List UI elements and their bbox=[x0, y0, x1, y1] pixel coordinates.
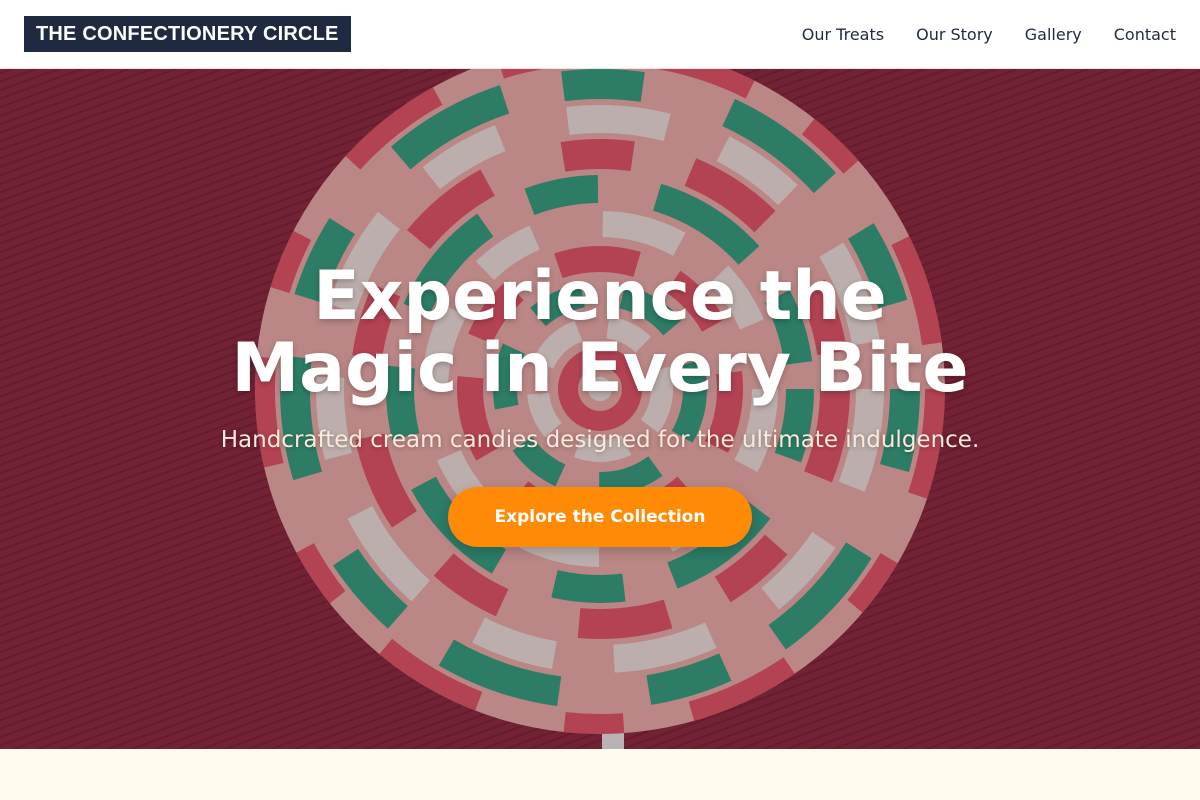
site-header: THE CONFECTIONERY CIRCLE Our Treats Our … bbox=[0, 0, 1200, 69]
hero-title-line-1: Experience the bbox=[313, 257, 887, 336]
hero-title-line-2: Magic in Every Bite bbox=[231, 329, 969, 408]
hero-content: Experience the Magic in Every Bite Handc… bbox=[0, 69, 1200, 749]
nav-link-contact[interactable]: Contact bbox=[1114, 25, 1176, 44]
site-logo[interactable]: THE CONFECTIONERY CIRCLE bbox=[24, 16, 351, 52]
nav-link-our-treats[interactable]: Our Treats bbox=[802, 25, 884, 44]
nav-link-our-story[interactable]: Our Story bbox=[916, 25, 993, 44]
main-nav: Our Treats Our Story Gallery Contact bbox=[802, 25, 1176, 44]
hero-section: Experience the Magic in Every Bite Handc… bbox=[0, 69, 1200, 749]
next-section-top bbox=[0, 749, 1200, 800]
explore-collection-button[interactable]: Explore the Collection bbox=[448, 487, 752, 547]
hero-title: Experience the Magic in Every Bite bbox=[190, 261, 1010, 405]
nav-link-gallery[interactable]: Gallery bbox=[1025, 25, 1082, 44]
hero-subtitle: Handcrafted cream candies designed for t… bbox=[220, 427, 980, 453]
